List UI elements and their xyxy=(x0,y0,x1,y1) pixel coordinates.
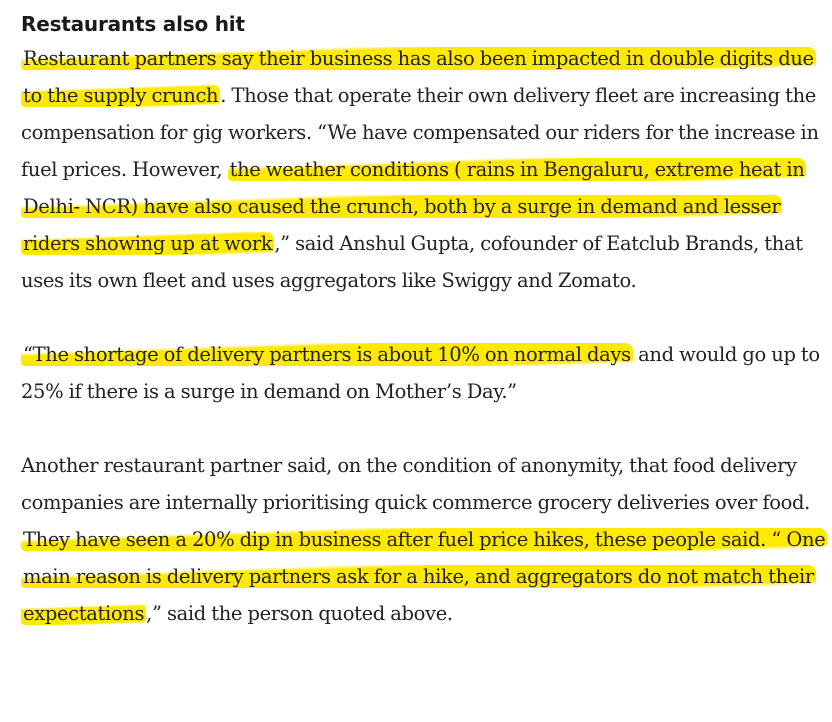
paragraph-1: Restaurant partners say their business h… xyxy=(21,40,829,299)
article-body: Restaurants also hit Restaurant partners… xyxy=(21,8,829,632)
section-heading: Restaurants also hit xyxy=(21,12,245,36)
paragraph-2: “The shortage of delivery partners is ab… xyxy=(21,336,829,410)
highlighted-text: “The shortage of delivery partners is ab… xyxy=(21,343,633,366)
paragraph-3: Another restaurant partner said, on the … xyxy=(21,447,829,632)
plain-text: Another restaurant partner said, on the … xyxy=(21,454,811,514)
plain-text: ,” said the person quoted above. xyxy=(146,602,453,625)
